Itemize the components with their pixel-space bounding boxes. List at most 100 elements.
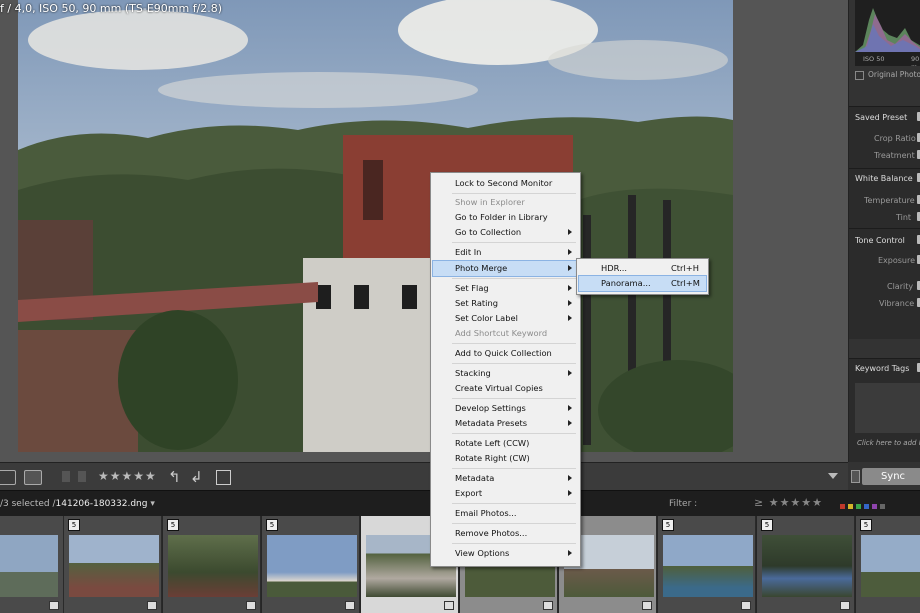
filmstrip-thumbnail[interactable]: 5	[658, 516, 756, 613]
tint-label: Tint	[896, 213, 912, 222]
rotate-right-icon[interactable]: ↲	[190, 468, 203, 486]
auto-sync-toggle[interactable]	[851, 470, 860, 483]
submenu-arrow-icon	[568, 370, 572, 376]
blue-label-filter[interactable]	[864, 504, 869, 509]
filter-color-labels[interactable]	[840, 502, 888, 512]
menu-item-remove-photos[interactable]: Remove Photos...	[433, 526, 578, 541]
submenu-item-hdr[interactable]: HDR... Ctrl+H	[579, 261, 706, 276]
menu-item-rotate-right[interactable]: Rotate Right (CW)	[433, 451, 578, 466]
menu-item-view-options[interactable]: View Options	[433, 546, 578, 561]
edit-badge-icon	[543, 601, 553, 610]
menu-item-stacking[interactable]: Stacking	[433, 366, 578, 381]
hdr-shortcut: Ctrl+H	[671, 263, 699, 273]
menu-item-export[interactable]: Export	[433, 486, 578, 501]
filter-label: Filter :	[669, 499, 698, 509]
submenu-arrow-icon	[568, 490, 572, 496]
menu-separator	[452, 278, 576, 279]
edit-badge-icon	[741, 601, 751, 610]
yellow-label-filter[interactable]	[848, 504, 853, 509]
thumbnail-image	[0, 535, 58, 597]
stack-count-badge: 5	[167, 519, 179, 531]
menu-separator	[452, 343, 576, 344]
histogram: ISO 50 90 m	[855, 0, 920, 66]
menu-item-metadata-presets[interactable]: Metadata Presets	[433, 416, 578, 431]
vibrance-label: Vibrance	[879, 299, 915, 308]
loupe-view: f / 4,0, ISO 50, 90 mm (TS-E90mm f/2.8)	[0, 0, 848, 462]
menu-item-email-photos[interactable]: Email Photos...	[433, 506, 578, 521]
quick-develop-panel: ISO 50 90 m Original Photo Saved Preset …	[848, 0, 920, 490]
pick-flag-icon[interactable]	[62, 471, 70, 482]
keyword-tags-label: Keyword Tags	[855, 364, 910, 373]
menu-item-go-to-collection[interactable]: Go to Collection	[433, 225, 578, 240]
filmstrip-thumbnail[interactable]: 5	[757, 516, 855, 613]
grid-view-icon[interactable]	[0, 470, 16, 485]
crop-ratio-label: Crop Ratio	[874, 134, 916, 143]
edit-badge-icon	[840, 601, 850, 610]
menu-item-metadata[interactable]: Metadata	[433, 471, 578, 486]
menu-item-add-shortcut-keyword: Add Shortcut Keyword	[455, 328, 548, 338]
photo-image	[18, 0, 733, 452]
filmstrip-thumbnail[interactable]: 5	[856, 516, 920, 613]
keyword-tags-box[interactable]	[855, 383, 920, 433]
main-photo[interactable]	[18, 0, 733, 452]
menu-separator	[452, 433, 576, 434]
menu-item-photo-merge[interactable]: Photo Merge	[432, 260, 579, 277]
edit-badge-icon	[147, 601, 157, 610]
stack-count-badge: 5	[761, 519, 773, 531]
menu-item-create-virtual-copies[interactable]: Create Virtual Copies	[433, 381, 578, 396]
menu-item-edit-in[interactable]: Edit In	[433, 245, 578, 260]
menu-item-set-flag[interactable]: Set Flag	[433, 281, 578, 296]
purple-label-filter[interactable]	[872, 504, 877, 509]
keyword-input-hint[interactable]: Click here to add ke	[857, 439, 920, 447]
menu-item-develop-settings[interactable]: Develop Settings	[433, 401, 578, 416]
edit-badge-icon	[49, 601, 59, 610]
menu-item-add-to-quick-collection[interactable]: Add to Quick Collection	[433, 346, 578, 361]
menu-item-go-to-folder[interactable]: Go to Folder in Library	[433, 210, 578, 225]
menu-item-show-in-explorer: Show in Explorer	[455, 197, 525, 207]
filmstrip-thumbnail[interactable]: 5	[163, 516, 261, 613]
photo-info-overlay: f / 4,0, ISO 50, 90 mm (TS-E90mm f/2.8)	[0, 2, 223, 15]
original-photo-checkbox[interactable]: Original Photo	[855, 70, 920, 80]
saved-preset-label: Saved Preset	[855, 113, 908, 122]
edit-badge-icon	[642, 601, 652, 610]
thumbnail-image	[663, 535, 753, 597]
stack-count-badge: 5	[662, 519, 674, 531]
menu-item-set-rating[interactable]: Set Rating	[433, 296, 578, 311]
sync-button[interactable]: Sync	[862, 468, 920, 485]
menu-separator	[452, 398, 576, 399]
submenu-item-panorama[interactable]: Panorama... Ctrl+M	[578, 275, 707, 292]
menu-separator	[452, 543, 576, 544]
red-label-filter[interactable]	[840, 504, 845, 509]
tone-control-label: Tone Control	[855, 236, 905, 245]
gray-label-filter[interactable]	[880, 504, 885, 509]
crop-icon[interactable]	[216, 470, 231, 485]
clarity-label: Clarity	[887, 282, 914, 291]
menu-item-lock-to-second-monitor[interactable]: Lock to Second Monitor	[433, 176, 578, 191]
selected-filename[interactable]: 141206-180332.dng	[56, 499, 148, 509]
submenu-arrow-icon	[568, 249, 572, 255]
menu-item-rotate-left[interactable]: Rotate Left (CCW)	[433, 436, 578, 451]
context-menu: Lock to Second Monitor Show in Explorer …	[430, 172, 581, 567]
thumbnail-image	[762, 535, 852, 597]
menu-separator	[452, 193, 576, 194]
filmstrip-thumbnail[interactable]	[0, 516, 64, 613]
menu-separator	[452, 523, 576, 524]
reject-flag-icon[interactable]	[78, 471, 86, 482]
green-label-filter[interactable]	[856, 504, 861, 509]
menu-item-set-color-label[interactable]: Set Color Label	[433, 311, 578, 326]
filmstrip-thumbnail[interactable]: 5	[262, 516, 360, 613]
toolbar-options-chevron-icon[interactable]	[828, 473, 838, 479]
menu-separator	[452, 242, 576, 243]
loupe-view-icon[interactable]	[24, 470, 42, 485]
filmstrip-thumbnail[interactable]: 5	[64, 516, 162, 613]
menu-separator	[452, 503, 576, 504]
filter-rating-stars[interactable]: ≥ ★★★★★	[754, 496, 823, 509]
loupe-toolbar: ★★★★★ ↰ ↲	[0, 462, 848, 491]
menu-separator	[452, 363, 576, 364]
rotate-left-icon[interactable]: ↰	[168, 468, 181, 486]
submenu-arrow-icon	[568, 300, 572, 306]
edit-badge-icon	[246, 601, 256, 610]
rating-stars[interactable]: ★★★★★	[98, 469, 157, 483]
treatment-label: Treatment	[874, 151, 915, 160]
histogram-iso: ISO 50	[863, 55, 885, 63]
